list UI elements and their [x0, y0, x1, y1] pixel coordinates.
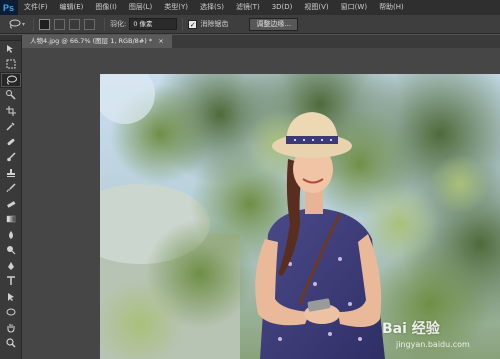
watermark-brand: Bai 经验: [382, 321, 440, 337]
intersect-selection-button[interactable]: [84, 18, 95, 30]
history-brush-icon[interactable]: [0, 181, 22, 197]
menu-file[interactable]: 文件(F): [18, 0, 54, 15]
menu-select[interactable]: 选择(S): [194, 0, 230, 15]
menu-layer[interactable]: 图层(L): [123, 0, 158, 15]
crop-icon[interactable]: [0, 103, 22, 119]
watermark-url: jingyan.baidu.com: [396, 340, 470, 349]
add-selection-button[interactable]: [54, 18, 65, 30]
divider: [182, 17, 184, 31]
watermark: Bai 经验 jingyan.baidu.com: [382, 318, 492, 356]
pen-icon[interactable]: [0, 258, 22, 274]
menu-image[interactable]: 图像(I): [89, 0, 123, 15]
options-bar: ▾ 羽化: 0 像素 ✓ 消除锯齿 调整边缘...: [0, 15, 500, 34]
menu-view[interactable]: 视图(V): [298, 0, 334, 15]
menu-type[interactable]: 类型(Y): [158, 0, 194, 15]
dodge-icon[interactable]: [0, 243, 22, 259]
chevron-down-icon: ▾: [21, 20, 25, 28]
subtract-selection-button[interactable]: [69, 18, 80, 30]
gradient-icon[interactable]: [0, 212, 22, 228]
canvas-area[interactable]: [22, 48, 500, 359]
menu-help[interactable]: 帮助(H): [373, 0, 410, 15]
feather-label: 羽化:: [110, 20, 127, 28]
move-icon[interactable]: [0, 41, 22, 57]
antialias-label: 消除锯齿: [200, 20, 229, 28]
menu-bar: Ps 文件(F) 编辑(E) 图像(I) 图层(L) 类型(Y) 选择(S) 滤…: [0, 0, 500, 15]
zoom-icon[interactable]: [0, 336, 22, 352]
toolbox: [0, 35, 22, 359]
lasso-icon: [9, 19, 21, 29]
blur-icon[interactable]: [0, 227, 22, 243]
photoshop-window: Ps 文件(F) 编辑(E) 图像(I) 图层(L) 类型(Y) 选择(S) 滤…: [0, 0, 500, 359]
menu-edit[interactable]: 编辑(E): [54, 0, 90, 15]
photo-woman-with-hat: [100, 74, 500, 359]
type-icon[interactable]: [0, 274, 22, 290]
shape-icon[interactable]: [0, 305, 22, 321]
divider: [33, 17, 34, 31]
menu-window[interactable]: 窗口(W): [335, 0, 373, 15]
marquee-icon[interactable]: [0, 57, 22, 73]
app-logo: Ps: [0, 0, 18, 15]
eyedropper-icon[interactable]: [0, 119, 22, 135]
document-tab[interactable]: 人物4.jpg @ 66.7% (图层 1, RGB/8#) * ×: [22, 35, 172, 48]
menu-filter[interactable]: 滤镜(T): [230, 0, 266, 15]
quick-select-icon[interactable]: [0, 88, 22, 104]
document-image[interactable]: [100, 74, 500, 359]
refine-edge-button[interactable]: 调整边缘...: [249, 17, 299, 31]
menu-3d[interactable]: 3D(D): [266, 0, 299, 15]
lasso-icon[interactable]: [0, 72, 22, 88]
document-tab-strip: 人物4.jpg @ 66.7% (图层 1, RGB/8#) * ×: [22, 35, 500, 48]
antialias-checkbox[interactable]: ✓: [188, 19, 198, 29]
divider: [104, 17, 105, 31]
stamp-icon[interactable]: [0, 165, 22, 181]
close-icon[interactable]: ×: [158, 37, 163, 45]
healing-icon[interactable]: [0, 134, 22, 150]
brush-icon[interactable]: [0, 150, 22, 166]
hand-icon[interactable]: [0, 320, 22, 336]
new-selection-button[interactable]: [39, 18, 50, 30]
feather-input[interactable]: 0 像素: [129, 18, 178, 30]
path-select-icon[interactable]: [0, 289, 22, 305]
eraser-icon[interactable]: [0, 196, 22, 212]
tool-preset-picker[interactable]: ▾: [6, 17, 28, 32]
document-tab-title: 人物4.jpg @ 66.7% (图层 1, RGB/8#) *: [30, 37, 153, 45]
